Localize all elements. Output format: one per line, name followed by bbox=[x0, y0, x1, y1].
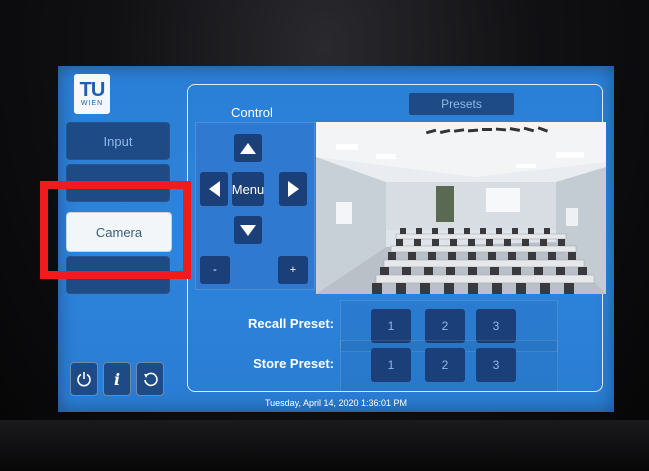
recall-preset-label: Recall Preset: bbox=[248, 316, 334, 331]
arrow-down-icon bbox=[240, 224, 256, 236]
arrow-left-icon bbox=[208, 181, 220, 197]
store-preset-2-button[interactable]: 2 bbox=[425, 348, 465, 382]
store-preset-3-button[interactable]: 3 bbox=[476, 348, 516, 382]
sidebar-item-label: Camera bbox=[95, 224, 143, 240]
menu-button-label: Menu bbox=[231, 181, 265, 197]
sidebar-item-2[interactable] bbox=[66, 164, 170, 202]
pan-up-button[interactable] bbox=[234, 134, 262, 162]
menu-button[interactable]: Menu bbox=[232, 172, 264, 206]
classroom-image bbox=[316, 122, 606, 294]
tab-presets-label: Presets bbox=[441, 97, 482, 111]
recall-preset-2-button[interactable]: 2 bbox=[425, 309, 465, 343]
power-icon bbox=[77, 372, 91, 387]
refresh-icon bbox=[144, 372, 158, 387]
info-icon: i bbox=[113, 369, 121, 389]
status-datetime: Tuesday, April 14, 2020 1:36:01 PM bbox=[264, 398, 408, 408]
recall-preset-3-button[interactable]: 3 bbox=[476, 309, 516, 343]
pan-down-button[interactable] bbox=[234, 216, 262, 244]
camera-live-view bbox=[316, 122, 606, 294]
preset-button-label: 1 bbox=[387, 319, 395, 333]
arrow-right-icon bbox=[287, 181, 299, 197]
store-preset-label: Store Preset: bbox=[253, 356, 334, 371]
pan-left-button[interactable] bbox=[200, 172, 228, 206]
refresh-button[interactable] bbox=[136, 362, 164, 396]
power-button[interactable] bbox=[70, 362, 98, 396]
preset-button-label: 1 bbox=[387, 358, 395, 372]
zoom-out-label: - bbox=[213, 264, 217, 276]
info-button[interactable]: i bbox=[103, 362, 131, 396]
sidebar-item-4[interactable] bbox=[66, 256, 170, 294]
tab-presets[interactable]: Presets bbox=[409, 93, 514, 115]
logo-text: TU bbox=[79, 78, 106, 101]
preset-button-label: 3 bbox=[492, 358, 500, 372]
store-preset-1-button[interactable]: 1 bbox=[371, 348, 411, 382]
control-title: Control bbox=[231, 105, 273, 120]
logo-subtext: WIEN bbox=[80, 99, 104, 107]
sidebar-item-camera[interactable]: Camera bbox=[66, 212, 172, 252]
preset-button-label: 3 bbox=[492, 319, 500, 333]
zoom-in-label: + bbox=[289, 264, 297, 276]
sidebar-item-label: Input bbox=[103, 133, 133, 149]
recall-preset-1-button[interactable]: 1 bbox=[371, 309, 411, 343]
touch-panel-screen: TU WIEN Input Camera i Control Presets M… bbox=[58, 66, 614, 412]
zoom-in-button[interactable]: + bbox=[278, 256, 308, 284]
device-bezel-bottom bbox=[0, 420, 649, 471]
arrow-up-icon bbox=[240, 142, 256, 154]
tu-wien-logo: TU WIEN bbox=[74, 74, 110, 114]
pan-right-button[interactable] bbox=[279, 172, 307, 206]
sidebar-item-input[interactable]: Input bbox=[66, 122, 170, 160]
zoom-out-button[interactable]: - bbox=[200, 256, 230, 284]
preset-button-label: 2 bbox=[441, 358, 449, 372]
preset-button-label: 2 bbox=[441, 319, 449, 333]
